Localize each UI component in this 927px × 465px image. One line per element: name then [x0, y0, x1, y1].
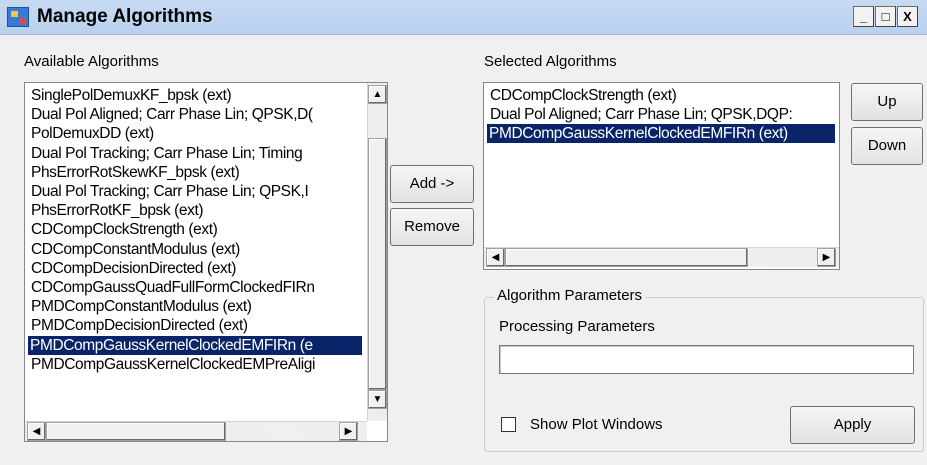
scroll-thumb[interactable] — [505, 248, 748, 267]
list-item[interactable]: SinglePolDemuxKF_bpsk (ext) — [29, 86, 233, 105]
list-item[interactable]: CDCompGaussQuadFullFormClockedFIRn — [29, 278, 317, 297]
list-item[interactable]: PMDCompGaussKernelClockedEMFIRn (ext) — [487, 124, 835, 144]
minimize-button[interactable]: _ — [853, 6, 874, 27]
show-plot-windows-checkbox[interactable] — [501, 417, 516, 432]
list-item[interactable]: PMDCompConstantModulus (ext) — [29, 297, 254, 316]
list-item[interactable]: PolDemuxDD (ext) — [29, 124, 156, 143]
manage-algorithms-window: Manage Algorithms _ □ X Available Algori… — [0, 0, 927, 465]
close-button[interactable]: X — [897, 6, 918, 27]
scroll-right-icon[interactable]: ▶ — [339, 422, 358, 441]
list-item[interactable]: PhsErrorRotSkewKF_bpsk (ext) — [29, 163, 241, 182]
remove-button[interactable]: Remove — [390, 208, 474, 246]
show-plot-windows-label[interactable]: Show Plot Windows — [530, 416, 663, 433]
maximize-button[interactable]: □ — [875, 6, 896, 27]
algorithm-parameters-title: Algorithm Parameters — [494, 287, 646, 304]
scroll-left-icon[interactable]: ◀ — [486, 248, 505, 267]
processing-parameters-label: Processing Parameters — [499, 318, 655, 335]
scroll-left-icon[interactable]: ◀ — [27, 422, 46, 441]
scroll-thumb[interactable] — [368, 138, 387, 390]
list-item[interactable]: CDCompConstantModulus (ext) — [29, 240, 242, 259]
list-item[interactable]: CDCompClockStrength (ext) — [488, 86, 678, 105]
list-item[interactable]: PMDCompGaussKernelClockedEMPreAligi — [29, 355, 317, 374]
list-item[interactable]: CDCompClockStrength (ext) — [29, 220, 219, 239]
available-horizontal-scrollbar[interactable]: ◀ ▶ — [25, 421, 367, 441]
list-item[interactable]: Dual Pol Aligned; Carr Phase Lin; QPSK,D… — [488, 105, 794, 124]
list-item[interactable]: PhsErrorRotKF_bpsk (ext) — [29, 201, 205, 220]
processing-parameters-input[interactable] — [499, 345, 914, 374]
down-button[interactable]: Down — [851, 127, 923, 165]
up-button[interactable]: Up — [851, 83, 923, 121]
available-vertical-scrollbar[interactable]: ▲ ▼ — [367, 83, 387, 421]
title-bar[interactable]: Manage Algorithms _ □ X — [0, 0, 927, 35]
selected-algorithms-label: Selected Algorithms — [484, 53, 617, 70]
available-algorithms-list[interactable]: SinglePolDemuxKF_bpsk (ext) Dual Pol Alig… — [24, 82, 388, 442]
scroll-thumb[interactable] — [46, 422, 226, 441]
list-item[interactable]: Dual Pol Tracking; Carr Phase Lin; Timin… — [29, 144, 304, 163]
list-item[interactable]: CDCompDecisionDirected (ext) — [29, 259, 238, 278]
list-item[interactable]: PMDCompGaussKernelClockedEMFIRn (e — [28, 335, 362, 355]
window-title: Manage Algorithms — [37, 6, 213, 27]
selected-algorithms-list[interactable]: CDCompClockStrength (ext) Dual Pol Aligne… — [483, 82, 840, 270]
apply-button[interactable]: Apply — [790, 406, 915, 444]
list-item[interactable]: PMDCompDecisionDirected (ext) — [29, 316, 250, 335]
app-icon — [7, 7, 29, 27]
available-algorithms-label: Available Algorithms — [24, 53, 159, 70]
selected-horizontal-scrollbar[interactable]: ◀ ▶ — [484, 247, 839, 267]
scroll-down-icon[interactable]: ▼ — [368, 390, 387, 409]
list-item[interactable]: Dual Pol Aligned; Carr Phase Lin; QPSK,D… — [29, 105, 315, 124]
list-item[interactable]: Dual Pol Tracking; Carr Phase Lin; QPSK,… — [29, 182, 310, 201]
add-button[interactable]: Add -> — [390, 165, 474, 203]
scroll-up-icon[interactable]: ▲ — [368, 85, 387, 104]
scroll-right-icon[interactable]: ▶ — [817, 248, 836, 267]
